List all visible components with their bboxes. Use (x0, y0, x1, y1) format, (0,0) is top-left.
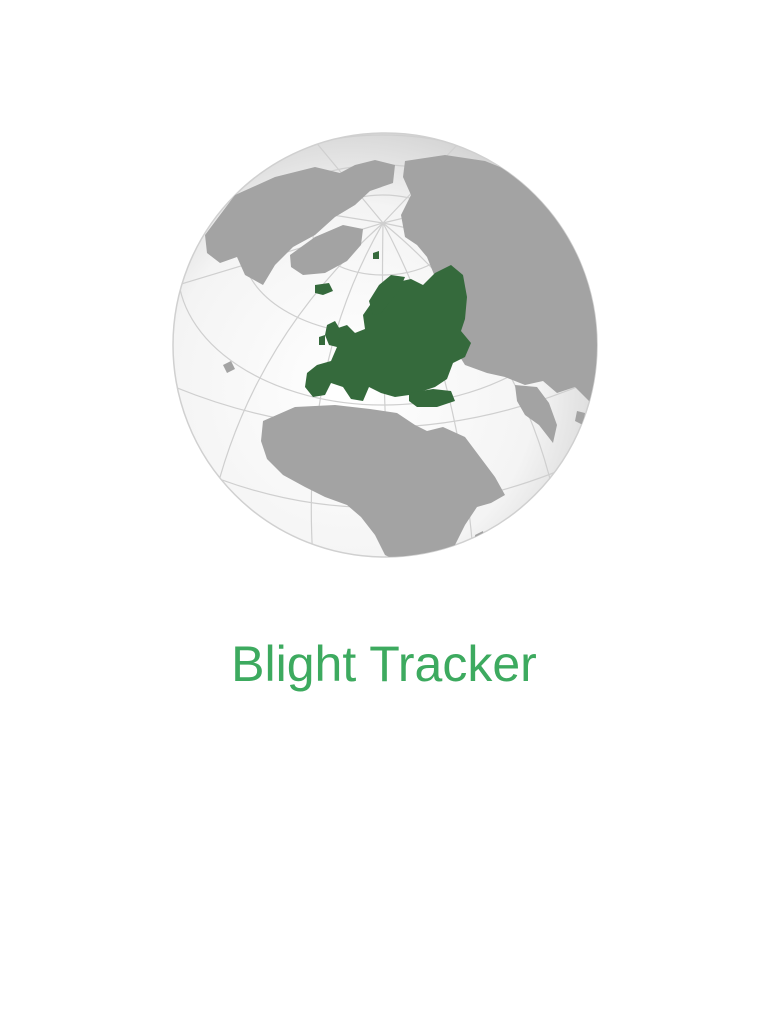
globe-europe-highlighted-icon (172, 132, 598, 558)
splash-screen: Blight Tracker (0, 0, 768, 1024)
app-title: Blight Tracker (231, 636, 537, 692)
